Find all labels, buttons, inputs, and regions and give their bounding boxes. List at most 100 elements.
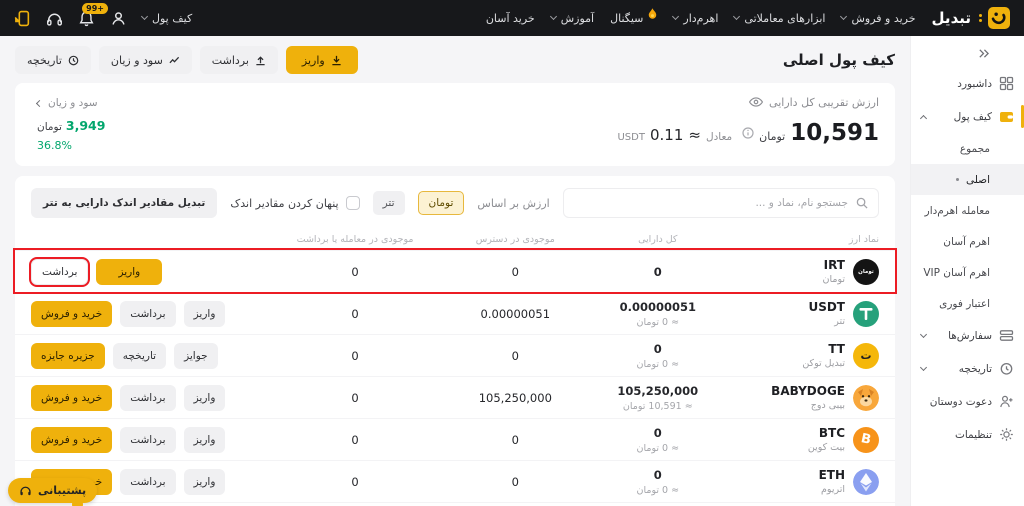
toggle-tether[interactable]: تتر <box>373 191 405 215</box>
tabdeal-logo[interactable]: تبدیل <box>932 7 1010 29</box>
usdt-amount: 0.11 <box>650 126 683 144</box>
nav-education[interactable]: آموزش <box>551 12 594 25</box>
row-withdraw-button[interactable]: برداشت <box>31 259 88 285</box>
nav-wallet-menu[interactable]: کیف پول <box>142 12 192 25</box>
sidebar-collapse-icon[interactable] <box>921 44 1014 67</box>
info-icon[interactable] <box>742 127 754 139</box>
search-input[interactable] <box>574 197 848 209</box>
nav-easy-buy[interactable]: خرید آسان <box>486 12 535 25</box>
user-profile-icon[interactable] <box>110 10 127 27</box>
page-title: کیف پول اصلی <box>783 51 895 69</box>
toggle-toman[interactable]: تومان <box>418 191 465 215</box>
sidebar-item-leveraged-trade[interactable]: معامله اهرم‌دار <box>921 195 1014 226</box>
col-symbol: نماد ارز <box>729 234 879 245</box>
sidebar-item-total[interactable]: مجموع <box>921 133 1014 164</box>
headphones-icon <box>19 484 32 497</box>
pnl-amount-row: 3,949 تومان <box>37 118 105 133</box>
search-box[interactable] <box>563 188 879 218</box>
coin-cell: ت TT تبدیل توکن <box>729 342 879 369</box>
row-withdraw-button[interactable]: برداشت <box>120 469 175 495</box>
deposit-button[interactable]: واریز <box>286 46 358 74</box>
table-row-btc: B BTC بیت کوین 0 ≈ 0 تومان 0 0 واریز برد… <box>15 418 895 460</box>
sidebar: داشبورد کیف پول مجموع اصلی معامله اهرم‌د… <box>910 36 1024 506</box>
sidebar-item-settings[interactable]: تنظیمات <box>921 418 1014 451</box>
sidebar-item-orders[interactable]: سفارش‌ها <box>921 319 1014 352</box>
hide-small-checkbox[interactable] <box>346 196 360 210</box>
pnl-amount: 3,949 <box>66 118 106 133</box>
history-clock-icon <box>999 361 1014 376</box>
total-value-row: 10,591 تومان معادل ≈ 0.11 USDT <box>617 120 879 146</box>
in-order-cell: 0 <box>266 265 444 279</box>
row-actions: واریز برداشت <box>31 259 266 285</box>
coin-cell: تومان IRT تومان <box>729 258 879 285</box>
row-deposit-button[interactable]: واریز <box>184 301 226 327</box>
sidebar-item-easy-leverage-vip[interactable]: اهرم آسان VIP <box>921 257 1014 288</box>
in-order-cell: 0 <box>266 475 444 489</box>
row-deposit-button[interactable]: واریز <box>184 469 226 495</box>
eye-icon[interactable] <box>749 95 763 109</box>
eth-coin-icon <box>853 469 879 495</box>
history-button[interactable]: تاریخچه <box>15 46 91 74</box>
value-by-label: ارزش بر اساس <box>477 197 549 210</box>
sidebar-item-dashboard[interactable]: داشبورد <box>921 67 1014 100</box>
clock-icon <box>68 55 79 66</box>
notifications-bell-icon[interactable]: +99 <box>78 10 95 27</box>
nav-trading-tools[interactable]: ابزارهای معاملاتی <box>734 12 825 25</box>
row-trade-button[interactable]: خرید و فروش <box>31 385 112 411</box>
support-chat-button[interactable]: پشتیبانی <box>8 478 97 503</box>
invite-person-plus-icon <box>999 394 1014 409</box>
arrow-down-to-line-icon <box>331 55 342 66</box>
wallet-icon <box>999 109 1014 124</box>
sidebar-item-wallet[interactable]: کیف پول <box>921 100 1014 133</box>
row-prize-island-button[interactable]: جزیره جایزه <box>31 343 105 369</box>
table-row-usdt: USDT تتر 0.00000051 ≈ 0 تومان 0.00000051… <box>15 292 895 334</box>
nav-buy-sell[interactable]: خرید و فروش <box>841 12 915 25</box>
pnl-currency: تومان <box>37 121 62 133</box>
sidebar-item-invite-friends[interactable]: دعوت دوستان <box>921 385 1014 418</box>
col-total: کل دارایی <box>587 234 729 245</box>
chevron-left-icon <box>36 99 43 106</box>
sidebar-item-main[interactable]: اصلی <box>911 164 1024 195</box>
wallet-action-buttons: واریز برداشت سود و زیان تاریخچه <box>15 46 358 74</box>
pnl-link[interactable]: سود و زیان <box>37 97 98 109</box>
top-navbar: تبدیل خرید و فروش ابزارهای معاملاتی اهرم… <box>0 0 1024 36</box>
total-value-label-row: ارزش تقریبی کل دارایی <box>617 95 879 109</box>
row-trade-button[interactable]: خرید و فروش <box>31 427 112 453</box>
sidebar-item-history[interactable]: تاریخچه <box>921 352 1014 385</box>
in-order-cell: 0 <box>266 307 444 321</box>
table-row-tt: ت TT تبدیل توکن 0 ≈ 0 تومان 0 0 جوایز تا… <box>15 334 895 376</box>
equivalent-label: معادل <box>706 131 732 143</box>
chevron-down-icon <box>920 363 927 370</box>
main-content: کیف پول اصلی واریز برداشت سود و زیان تار… <box>0 36 910 506</box>
usdt-coin-icon <box>853 301 879 327</box>
row-trade-button[interactable]: خرید و فروش <box>31 301 112 327</box>
logo-dots <box>979 14 982 22</box>
coin-cell: B BTC بیت کوین <box>729 426 879 453</box>
chevron-up-icon <box>920 114 927 121</box>
row-withdraw-button[interactable]: برداشت <box>120 427 175 453</box>
approx-sign: ≈ <box>688 126 701 144</box>
hide-small-balances[interactable]: پنهان کردن مقادیر اندک <box>230 196 359 210</box>
row-withdraw-button[interactable]: برداشت <box>120 301 175 327</box>
nav-signal[interactable]: سیگنال <box>610 12 657 25</box>
convert-small-button[interactable]: تبدیل مقادیر اندک دارایی به تتر <box>31 188 217 218</box>
available-cell: 0.00000051 <box>444 307 586 321</box>
sidebar-item-easy-leverage[interactable]: اهرم آسان <box>921 226 1014 257</box>
row-deposit-button[interactable]: واریز <box>184 427 226 453</box>
support-headphones-icon[interactable] <box>46 10 63 27</box>
row-actions: واریز برداشت خرید و فروش <box>31 385 266 411</box>
usdt-label: USDT <box>617 132 644 143</box>
sidebar-item-instant-credit[interactable]: اعتبار فوری <box>921 288 1014 319</box>
withdraw-button[interactable]: برداشت <box>200 46 278 74</box>
gear-icon <box>999 427 1014 442</box>
pnl-button[interactable]: سود و زیان <box>99 46 192 74</box>
row-history-button[interactable]: تاریخچه <box>113 343 166 369</box>
nav-leverage[interactable]: اهرم‌دار <box>673 12 718 25</box>
row-deposit-button[interactable]: واریز <box>184 385 226 411</box>
row-rewards-button[interactable]: جوایز <box>174 343 218 369</box>
row-withdraw-button[interactable]: برداشت <box>120 385 175 411</box>
row-deposit-button[interactable]: واریز <box>96 259 162 285</box>
in-order-cell: 0 <box>266 349 444 363</box>
app-download-icon[interactable] <box>14 10 31 27</box>
coin-cell: BABYDOGE بیبی دوج <box>729 384 879 411</box>
